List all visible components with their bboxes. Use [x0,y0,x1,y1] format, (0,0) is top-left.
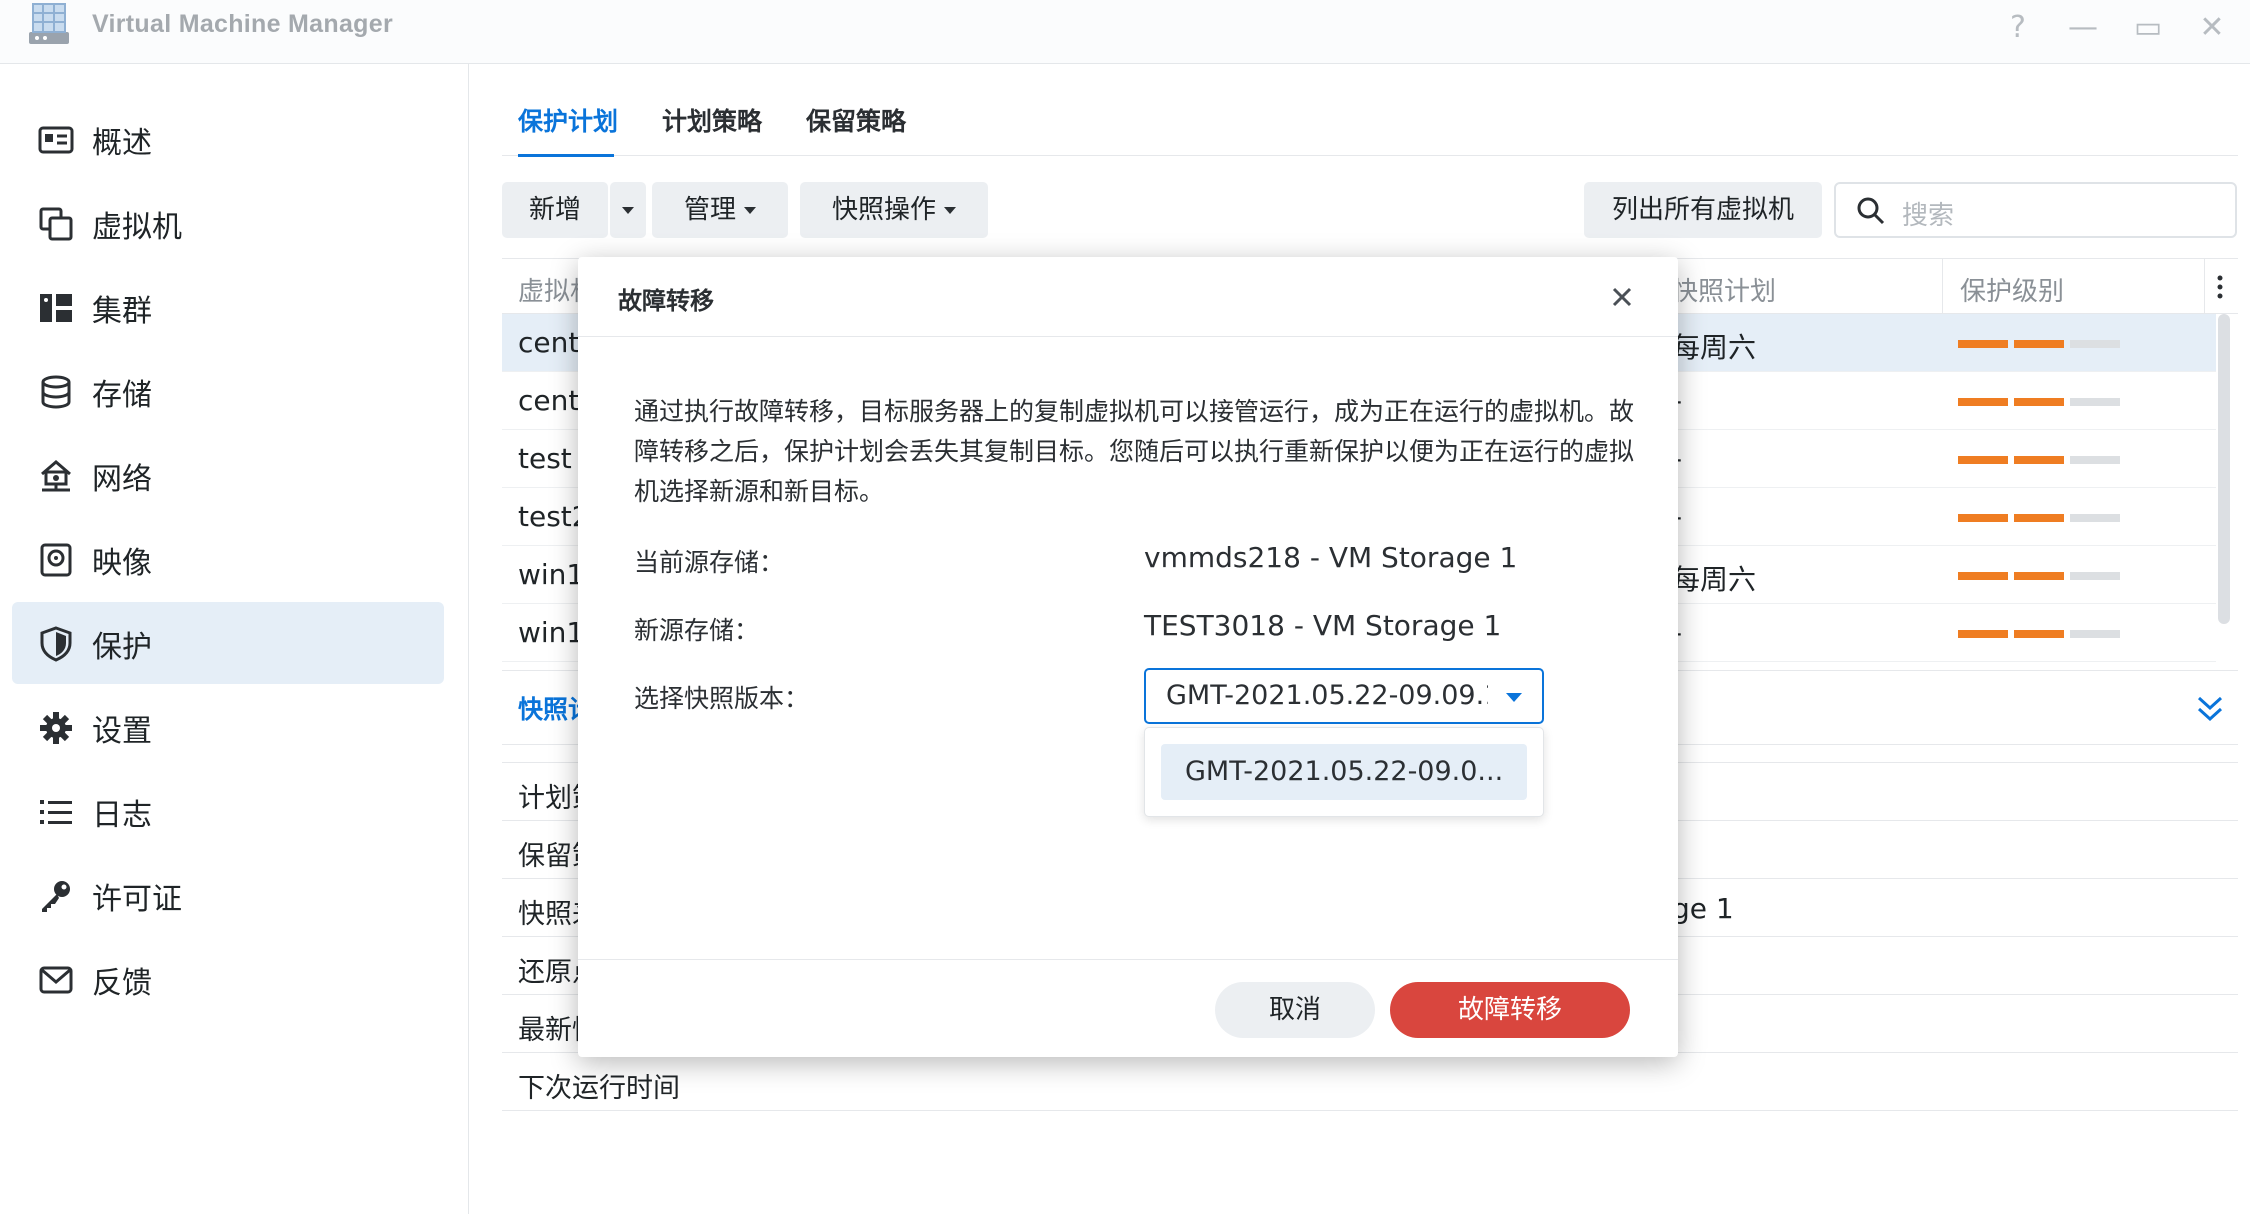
tab-schedule-policy[interactable]: 计划策略 [662,102,762,138]
add-button[interactable]: 新增 [502,182,608,238]
sidebar-item-log[interactable]: 日志 [12,770,444,852]
detail-label: 下次运行时间 [518,1073,680,1104]
sidebar-item-label: 存储 [92,378,152,413]
table-scrollbar[interactable] [2218,314,2230,624]
sidebar-item-license[interactable]: 许可证 [12,854,444,936]
sidebar-item-network[interactable]: 网络 [12,434,444,516]
minimize-button[interactable]: — [2063,8,2103,48]
detail-value: ge 1 [1672,892,1734,925]
sidebar-item-label: 日志 [92,798,152,833]
dialog-description: 通过执行故障转移，目标服务器上的复制虚拟机可以接管运行，成为正在运行的虚拟机。故… [634,397,1635,506]
sidebar-item-label: 集群 [92,294,152,329]
list-icon [40,800,72,824]
search-field[interactable]: 搜索 [1834,182,2237,238]
app-logo-icon [29,3,69,44]
snapshot-version-value: GMT-2021.05.22-09.09.1 [1166,680,1488,711]
manage-label: 管理 [683,195,736,225]
add-dropdown-button[interactable] [610,182,646,238]
cell-snapshot-plan: 每周六 [1672,563,1757,596]
cancel-button[interactable]: 取消 [1215,982,1375,1038]
snapshot-version-select[interactable]: GMT-2021.05.22-09.09.1 [1144,668,1544,724]
column-header-protection-level[interactable]: 保护级别 [1960,271,2064,308]
help-button[interactable]: ? [1998,8,2038,48]
sidebar-item-settings[interactable]: 设置 [12,686,444,768]
close-icon[interactable] [1602,277,1642,317]
new-source-value: TEST3018 - VM Storage 1 [1144,609,1502,642]
current-source-label: 当前源存储： [634,548,785,577]
sidebar-item-label: 保护 [92,630,152,665]
active-tab-indicator [518,154,614,157]
chevron-down-icon [744,207,756,214]
sidebar-item-protection[interactable]: 保护 [12,602,444,684]
sidebar-item-label: 映像 [92,546,152,581]
cell-vm: test [518,442,572,475]
snapshot-actions-label: 快照操作 [831,195,936,225]
network-icon [41,460,71,492]
failover-dialog: 故障转移 通过执行故障转移，目标服务器上的复制虚拟机可以接管运行，成为正在运行的… [578,257,1678,1057]
column-menu-icon[interactable] [2214,273,2226,301]
tab-bar: 保护计划 计划策略 保留策略 [502,64,2238,157]
failover-button[interactable]: 故障转移 [1390,982,1630,1038]
snapshot-version-label: 选择快照版本： [634,684,810,713]
chevron-down-icon [944,207,956,214]
cell-snapshot-plan: 每周六 [1672,331,1757,364]
dialog-header: 故障转移 [578,257,1678,337]
sidebar-item-label: 概述 [92,126,152,161]
storage-icon [41,375,71,409]
app-title: Virtual Machine Manager [92,10,393,38]
sidebar-item-feedback[interactable]: 反馈 [12,938,444,1020]
title-bar: Virtual Machine Manager ? — ▭ ✕ [0,0,2250,64]
sidebar-item-label: 反馈 [92,966,152,1001]
mail-icon [39,966,73,994]
list-all-vms-button[interactable]: 列出所有虚拟机 [1584,182,1822,238]
sidebar-item-label: 网络 [92,462,152,497]
snapshot-version-dropdown: GMT-2021.05.22-09.0... [1144,727,1544,817]
maximize-button[interactable]: ▭ [2128,8,2168,48]
tab-retention-policy[interactable]: 保留策略 [806,102,906,138]
dialog-title: 故障转移 [618,287,714,315]
virtual-machine-icon [39,207,73,241]
new-source-label: 新源存储： [634,616,760,645]
chevron-down-icon [1506,693,1522,702]
gear-icon [40,712,72,744]
manage-button[interactable]: 管理 [652,182,788,238]
search-icon [1857,197,1885,225]
image-icon [40,543,72,577]
snapshot-actions-button[interactable]: 快照操作 [800,182,988,238]
sidebar-item-virtual-machine[interactable]: 虚拟机 [12,182,444,264]
sidebar-item-storage[interactable]: 存储 [12,350,444,432]
sidebar-item-label: 设置 [92,714,152,749]
chevron-down-icon [622,207,634,214]
cluster-icon [40,294,72,322]
key-icon [42,881,70,912]
sidebar-item-image[interactable]: 映像 [12,518,444,600]
sidebar-item-label: 许可证 [92,882,182,917]
sidebar: 概述 虚拟机 集群 存储 网络 映像 保护 设置 日志 许可证 反馈 [0,64,469,1214]
search-placeholder: 搜索 [1902,201,1955,231]
collapse-icon[interactable] [2196,694,2224,724]
dialog-footer: 取消 故障转移 [578,959,1678,1057]
sidebar-item-overview[interactable]: 概述 [12,98,444,180]
close-window-button[interactable]: ✕ [2192,8,2232,48]
overview-icon [38,126,74,154]
current-source-value: vmmds218 - VM Storage 1 [1144,541,1518,574]
sidebar-item-cluster[interactable]: 集群 [12,266,444,348]
dropdown-option[interactable]: GMT-2021.05.22-09.0... [1161,744,1527,800]
sidebar-item-label: 虚拟机 [92,210,182,245]
detail-divider [502,1110,2238,1111]
shield-icon [40,626,72,662]
tab-protection-plan[interactable]: 保护计划 [518,102,618,138]
column-header-snapshot-plan[interactable]: 快照计划 [1672,271,1776,308]
